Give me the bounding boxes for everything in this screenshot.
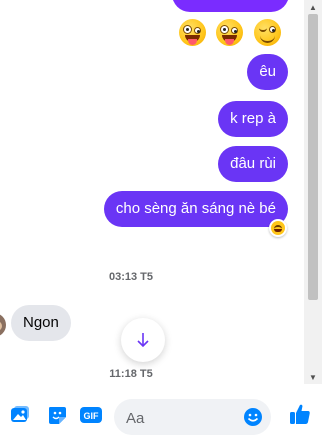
outgoing-message[interactable]: êu: [247, 54, 288, 90]
scrollbar-thumb[interactable]: [308, 14, 318, 300]
scroll-down-arrow-icon[interactable]: ▼: [304, 370, 322, 384]
gif-icon[interactable]: GIF: [79, 404, 103, 426]
image-icon[interactable]: [9, 404, 31, 426]
chat-thread[interactable]: êu k rep à đâu rùi cho sèng ăn sáng nè b…: [0, 0, 304, 384]
outgoing-message[interactable]: k rep à: [218, 101, 288, 137]
scrollbar[interactable]: ▲ ▼: [304, 0, 322, 384]
crazy-face-emoji: [216, 19, 243, 46]
outgoing-message[interactable]: đâu rùi: [218, 146, 288, 182]
svg-text:GIF: GIF: [84, 411, 100, 421]
sticker-icon[interactable]: [46, 404, 68, 426]
winking-face-emoji: [254, 19, 281, 46]
outgoing-message[interactable]: cho sèng ăn sáng nè bé: [103, 191, 288, 227]
timestamp: 11:18 T5: [109, 368, 153, 380]
scroll-to-bottom-button[interactable]: [121, 318, 165, 362]
emoji-icon[interactable]: [243, 407, 263, 427]
previous-message-bubble[interactable]: [172, 0, 289, 12]
laughing-face-reaction-icon[interactable]: [269, 219, 287, 237]
thumbs-up-icon[interactable]: [288, 402, 312, 426]
message-input-wrapper[interactable]: [114, 399, 271, 437]
scroll-up-arrow-icon[interactable]: ▲: [304, 0, 322, 14]
incoming-message[interactable]: Ngon: [11, 305, 71, 341]
timestamp: 03:13 T5: [108, 271, 154, 283]
crazy-face-emoji: [179, 19, 206, 46]
contact-avatar[interactable]: [0, 313, 6, 337]
arrow-down-icon: [137, 333, 149, 348]
message-input[interactable]: [124, 399, 238, 437]
